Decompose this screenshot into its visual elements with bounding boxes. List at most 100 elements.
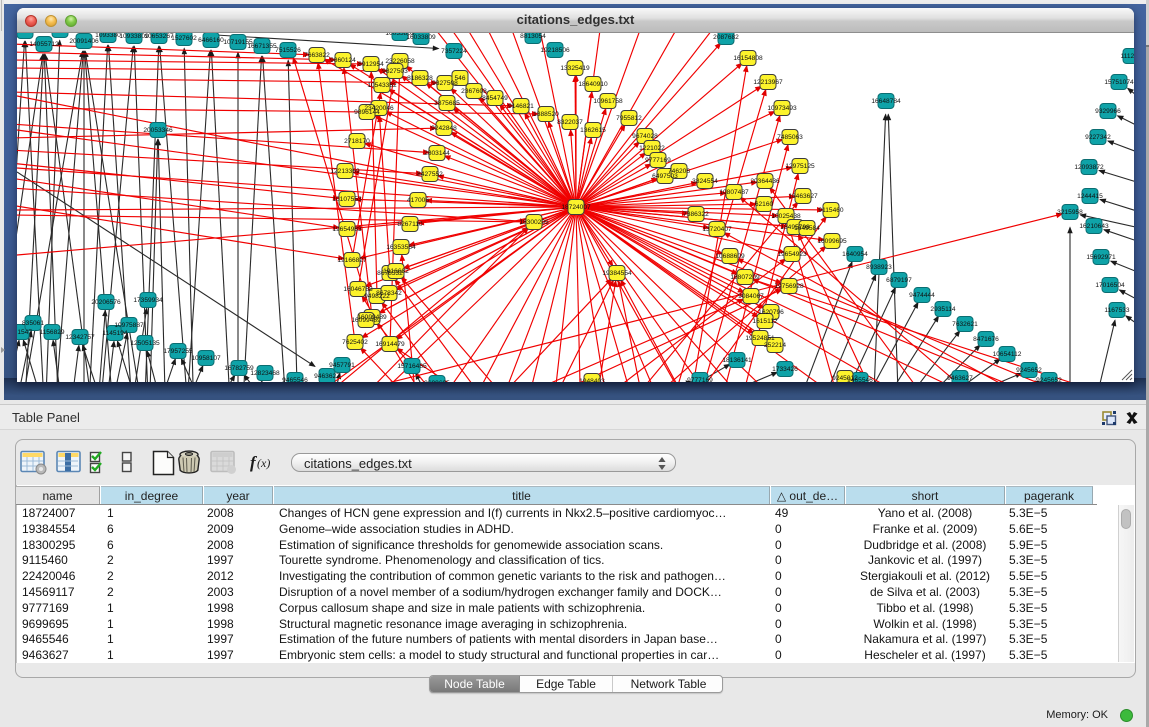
svg-text:1093380: 1093380 [95, 33, 121, 39]
svg-text:19654983: 19654983 [332, 226, 362, 233]
svg-text:8454749: 8454749 [482, 95, 508, 102]
svg-text:18463627: 18463627 [788, 193, 818, 200]
svg-text:12342757: 12342757 [65, 334, 95, 341]
svg-text:7663822: 7663822 [304, 52, 330, 59]
svg-text:16099489: 16099489 [351, 317, 381, 324]
svg-text:1156829: 1156829 [39, 329, 65, 336]
svg-text:1620796: 1620796 [758, 309, 784, 316]
svg-text:17359934: 17359934 [133, 297, 163, 304]
svg-text:2935114: 2935114 [930, 306, 956, 313]
svg-text:19756928: 19756928 [774, 283, 804, 290]
svg-text:111243: 111243 [1120, 53, 1134, 60]
svg-text:10807487: 10807487 [719, 189, 749, 196]
svg-text:1167533: 1167533 [1104, 307, 1130, 314]
svg-text:19218506: 19218506 [540, 47, 570, 54]
svg-text:9245012: 9245012 [832, 375, 858, 382]
svg-text:1405572: 1405572 [17, 33, 38, 35]
svg-text:15692971: 15692971 [1086, 254, 1116, 261]
svg-text:9463627: 9463627 [947, 375, 973, 382]
svg-text:10975887: 10975887 [114, 322, 144, 329]
svg-text:19654923: 19654923 [777, 251, 807, 258]
svg-text:16033809: 16033809 [406, 34, 436, 41]
svg-text:9777169: 9777169 [645, 157, 671, 164]
svg-text:9329966: 9329966 [1095, 108, 1121, 115]
svg-text:9674028: 9674028 [632, 133, 658, 140]
svg-text:10973493: 10973493 [767, 105, 797, 112]
svg-text:3875685: 3875685 [434, 100, 460, 107]
svg-text:9465546: 9465546 [282, 377, 308, 382]
svg-text:746206: 746206 [668, 168, 690, 175]
svg-text:8678342: 8678342 [376, 290, 402, 297]
svg-text:8186328: 8186328 [407, 75, 433, 82]
svg-text:13325419: 13325419 [560, 65, 590, 72]
svg-text:252214: 252214 [764, 342, 786, 349]
svg-text:12213967: 12213967 [753, 79, 783, 86]
svg-text:18807209: 18807209 [730, 274, 760, 281]
svg-text:8912954: 8912954 [358, 61, 384, 68]
svg-text:10654112: 10654112 [993, 351, 1022, 358]
svg-text:417006: 417006 [407, 197, 429, 204]
svg-text:15716485: 15716485 [397, 363, 427, 370]
svg-text:9115460: 9115460 [818, 207, 844, 214]
svg-text:546: 546 [454, 75, 465, 82]
svg-text:62160: 62160 [755, 201, 774, 208]
svg-text:1362615: 1362615 [580, 127, 606, 134]
svg-text:8471676: 8471676 [973, 336, 999, 343]
svg-text:9896144: 9896144 [354, 109, 380, 116]
svg-text:6466160: 6466160 [198, 37, 224, 44]
svg-text:19384554: 19384554 [602, 270, 632, 277]
svg-text:2087682: 2087682 [713, 34, 739, 41]
svg-text:8322037: 8322037 [557, 119, 583, 126]
svg-text:12823468: 12823468 [250, 370, 280, 377]
svg-text:10107553: 10107553 [332, 196, 362, 203]
svg-text:8813054: 8813054 [520, 33, 546, 40]
svg-text:10958107: 10958107 [191, 355, 221, 362]
svg-text:9827503: 9827503 [382, 68, 408, 75]
svg-text:7386322: 7386322 [683, 211, 709, 218]
svg-text:1640954: 1640954 [842, 251, 868, 258]
svg-text:1948403: 1948403 [579, 378, 605, 382]
svg-text:12213369: 12213369 [330, 168, 360, 175]
svg-text:2803144: 2803144 [424, 150, 450, 157]
svg-text:9699695: 9699695 [424, 380, 450, 382]
svg-text:16671355: 16671355 [247, 43, 277, 50]
svg-text:1916682: 1916682 [383, 268, 409, 275]
svg-text:1145194: 1145194 [102, 330, 128, 337]
svg-text:391547: 391547 [17, 329, 32, 336]
svg-text:9084067: 9084067 [738, 293, 764, 300]
svg-text:8427552: 8427552 [417, 171, 443, 178]
svg-text:12505135: 12505135 [130, 340, 160, 347]
svg-text:10025438: 10025438 [771, 213, 801, 220]
svg-text:16914479: 16914479 [375, 341, 405, 348]
svg-text:13720407: 13720407 [702, 226, 732, 233]
svg-text:9245652: 9245652 [1016, 367, 1042, 374]
svg-text:12093872: 12093872 [1074, 164, 1104, 171]
svg-text:16353564: 16353564 [386, 244, 416, 251]
svg-text:14055712: 14055712 [29, 41, 59, 48]
svg-text:17016504: 17016504 [1095, 282, 1125, 289]
svg-text:10961758: 10961758 [593, 98, 623, 105]
svg-text:1388520: 1388520 [533, 111, 559, 118]
svg-text:2718170: 2718170 [344, 138, 370, 145]
svg-text:2009140: 2009140 [47, 33, 73, 34]
svg-text:18300295: 18300295 [519, 219, 549, 226]
svg-text:7515526: 7515526 [275, 47, 301, 54]
svg-text:835061: 835061 [22, 320, 44, 327]
svg-text:19166827: 19166827 [337, 257, 367, 264]
svg-text:10653267: 10653267 [144, 33, 174, 40]
svg-text:1733426: 1733426 [772, 366, 798, 373]
svg-text:18640910: 18640910 [578, 81, 608, 88]
svg-text:9242848: 9242848 [431, 125, 457, 132]
svg-text:20053346: 20053346 [143, 127, 173, 134]
svg-text:7632621: 7632621 [952, 321, 978, 328]
svg-text:16210643: 16210643 [1079, 223, 1109, 230]
svg-text:7955812: 7955812 [616, 115, 642, 122]
svg-text:7357224: 7357224 [441, 48, 467, 55]
svg-text:16154808: 16154808 [733, 55, 763, 62]
svg-text:20364436: 20364436 [750, 178, 780, 185]
svg-text:9227342: 9227342 [1085, 134, 1111, 141]
svg-text:10543382: 10543382 [367, 82, 397, 89]
svg-text:1244415: 1244415 [1077, 193, 1103, 200]
svg-text:1615112: 1615112 [752, 318, 778, 325]
svg-text:7485063: 7485063 [777, 134, 803, 141]
